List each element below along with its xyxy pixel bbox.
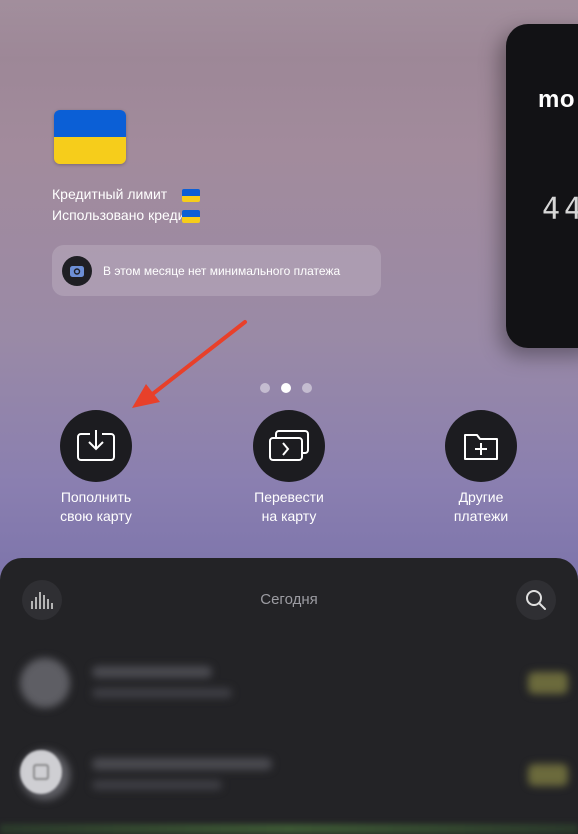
folder-add-icon bbox=[445, 410, 517, 482]
floating-widget-icon[interactable] bbox=[20, 750, 62, 794]
card-transfer-icon bbox=[253, 410, 325, 482]
sheet-bottom-blur bbox=[0, 824, 578, 834]
transactions-sheet[interactable]: Сегодня bbox=[0, 558, 578, 834]
transfer-to-card-button[interactable]: Перевести на карту bbox=[214, 410, 364, 526]
action-label: Другие платежи bbox=[453, 489, 509, 524]
download-tray-icon bbox=[60, 410, 132, 482]
top-up-card-button[interactable]: Пополнить свою карту bbox=[21, 410, 171, 526]
action-label: Перевести на карту bbox=[254, 489, 324, 524]
list-item[interactable] bbox=[0, 658, 578, 728]
action-label: Пополнить свою карту bbox=[60, 489, 132, 524]
sheet-title: Сегодня bbox=[260, 591, 318, 608]
search-icon[interactable] bbox=[516, 580, 556, 620]
list-item[interactable] bbox=[0, 750, 578, 820]
other-payments-button[interactable]: Другие платежи bbox=[406, 410, 556, 526]
